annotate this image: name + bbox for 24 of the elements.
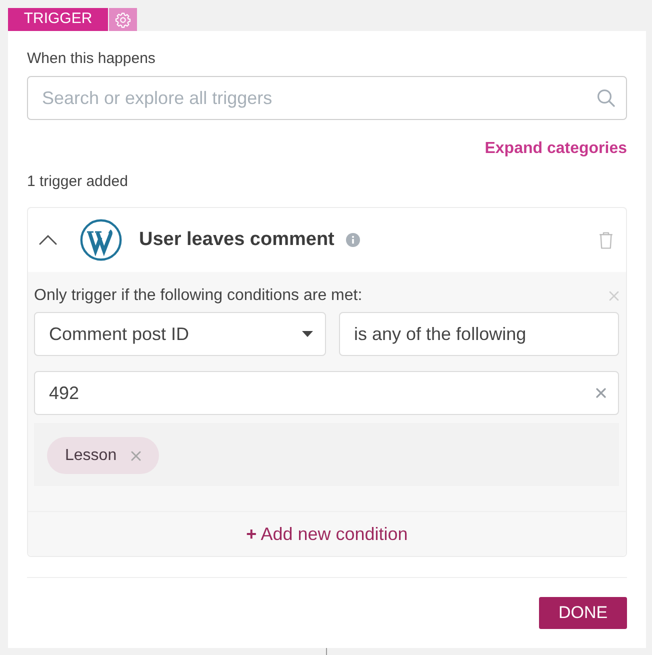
close-icon[interactable] — [609, 291, 619, 301]
expand-categories-link[interactable]: Expand categories — [484, 137, 627, 161]
trigger-tab[interactable]: TRIGGER — [8, 8, 108, 31]
field-select[interactable]: Comment post ID — [34, 312, 326, 356]
search-icon — [597, 89, 615, 107]
logo-icon — [80, 219, 122, 261]
add-condition-button[interactable]: + Add new condition — [246, 520, 408, 548]
settings-button[interactable] — [109, 8, 137, 31]
clear-icon[interactable] — [596, 388, 606, 398]
trigger-count: 1 trigger added — [27, 172, 129, 192]
search-field[interactable]: Search or explore all triggers — [27, 76, 627, 120]
section-label: When this happens — [27, 49, 156, 69]
caret-down-icon — [302, 331, 313, 337]
remove-icon[interactable] — [130, 450, 141, 460]
info-icon — [346, 233, 360, 247]
operator-select[interactable]: is any of the following — [339, 312, 619, 356]
trigger-title: User leaves comment — [139, 228, 334, 252]
chevron-up-icon — [39, 235, 57, 245]
settings-icon — [115, 12, 131, 28]
conditions-heading: Only trigger if the following conditions are met: — [34, 286, 362, 306]
done-button[interactable]: DONE — [539, 597, 627, 629]
tag-label: Lesson — [65, 446, 117, 466]
value-input[interactable]: 492 — [34, 371, 619, 415]
trash-icon[interactable] — [599, 232, 613, 248]
